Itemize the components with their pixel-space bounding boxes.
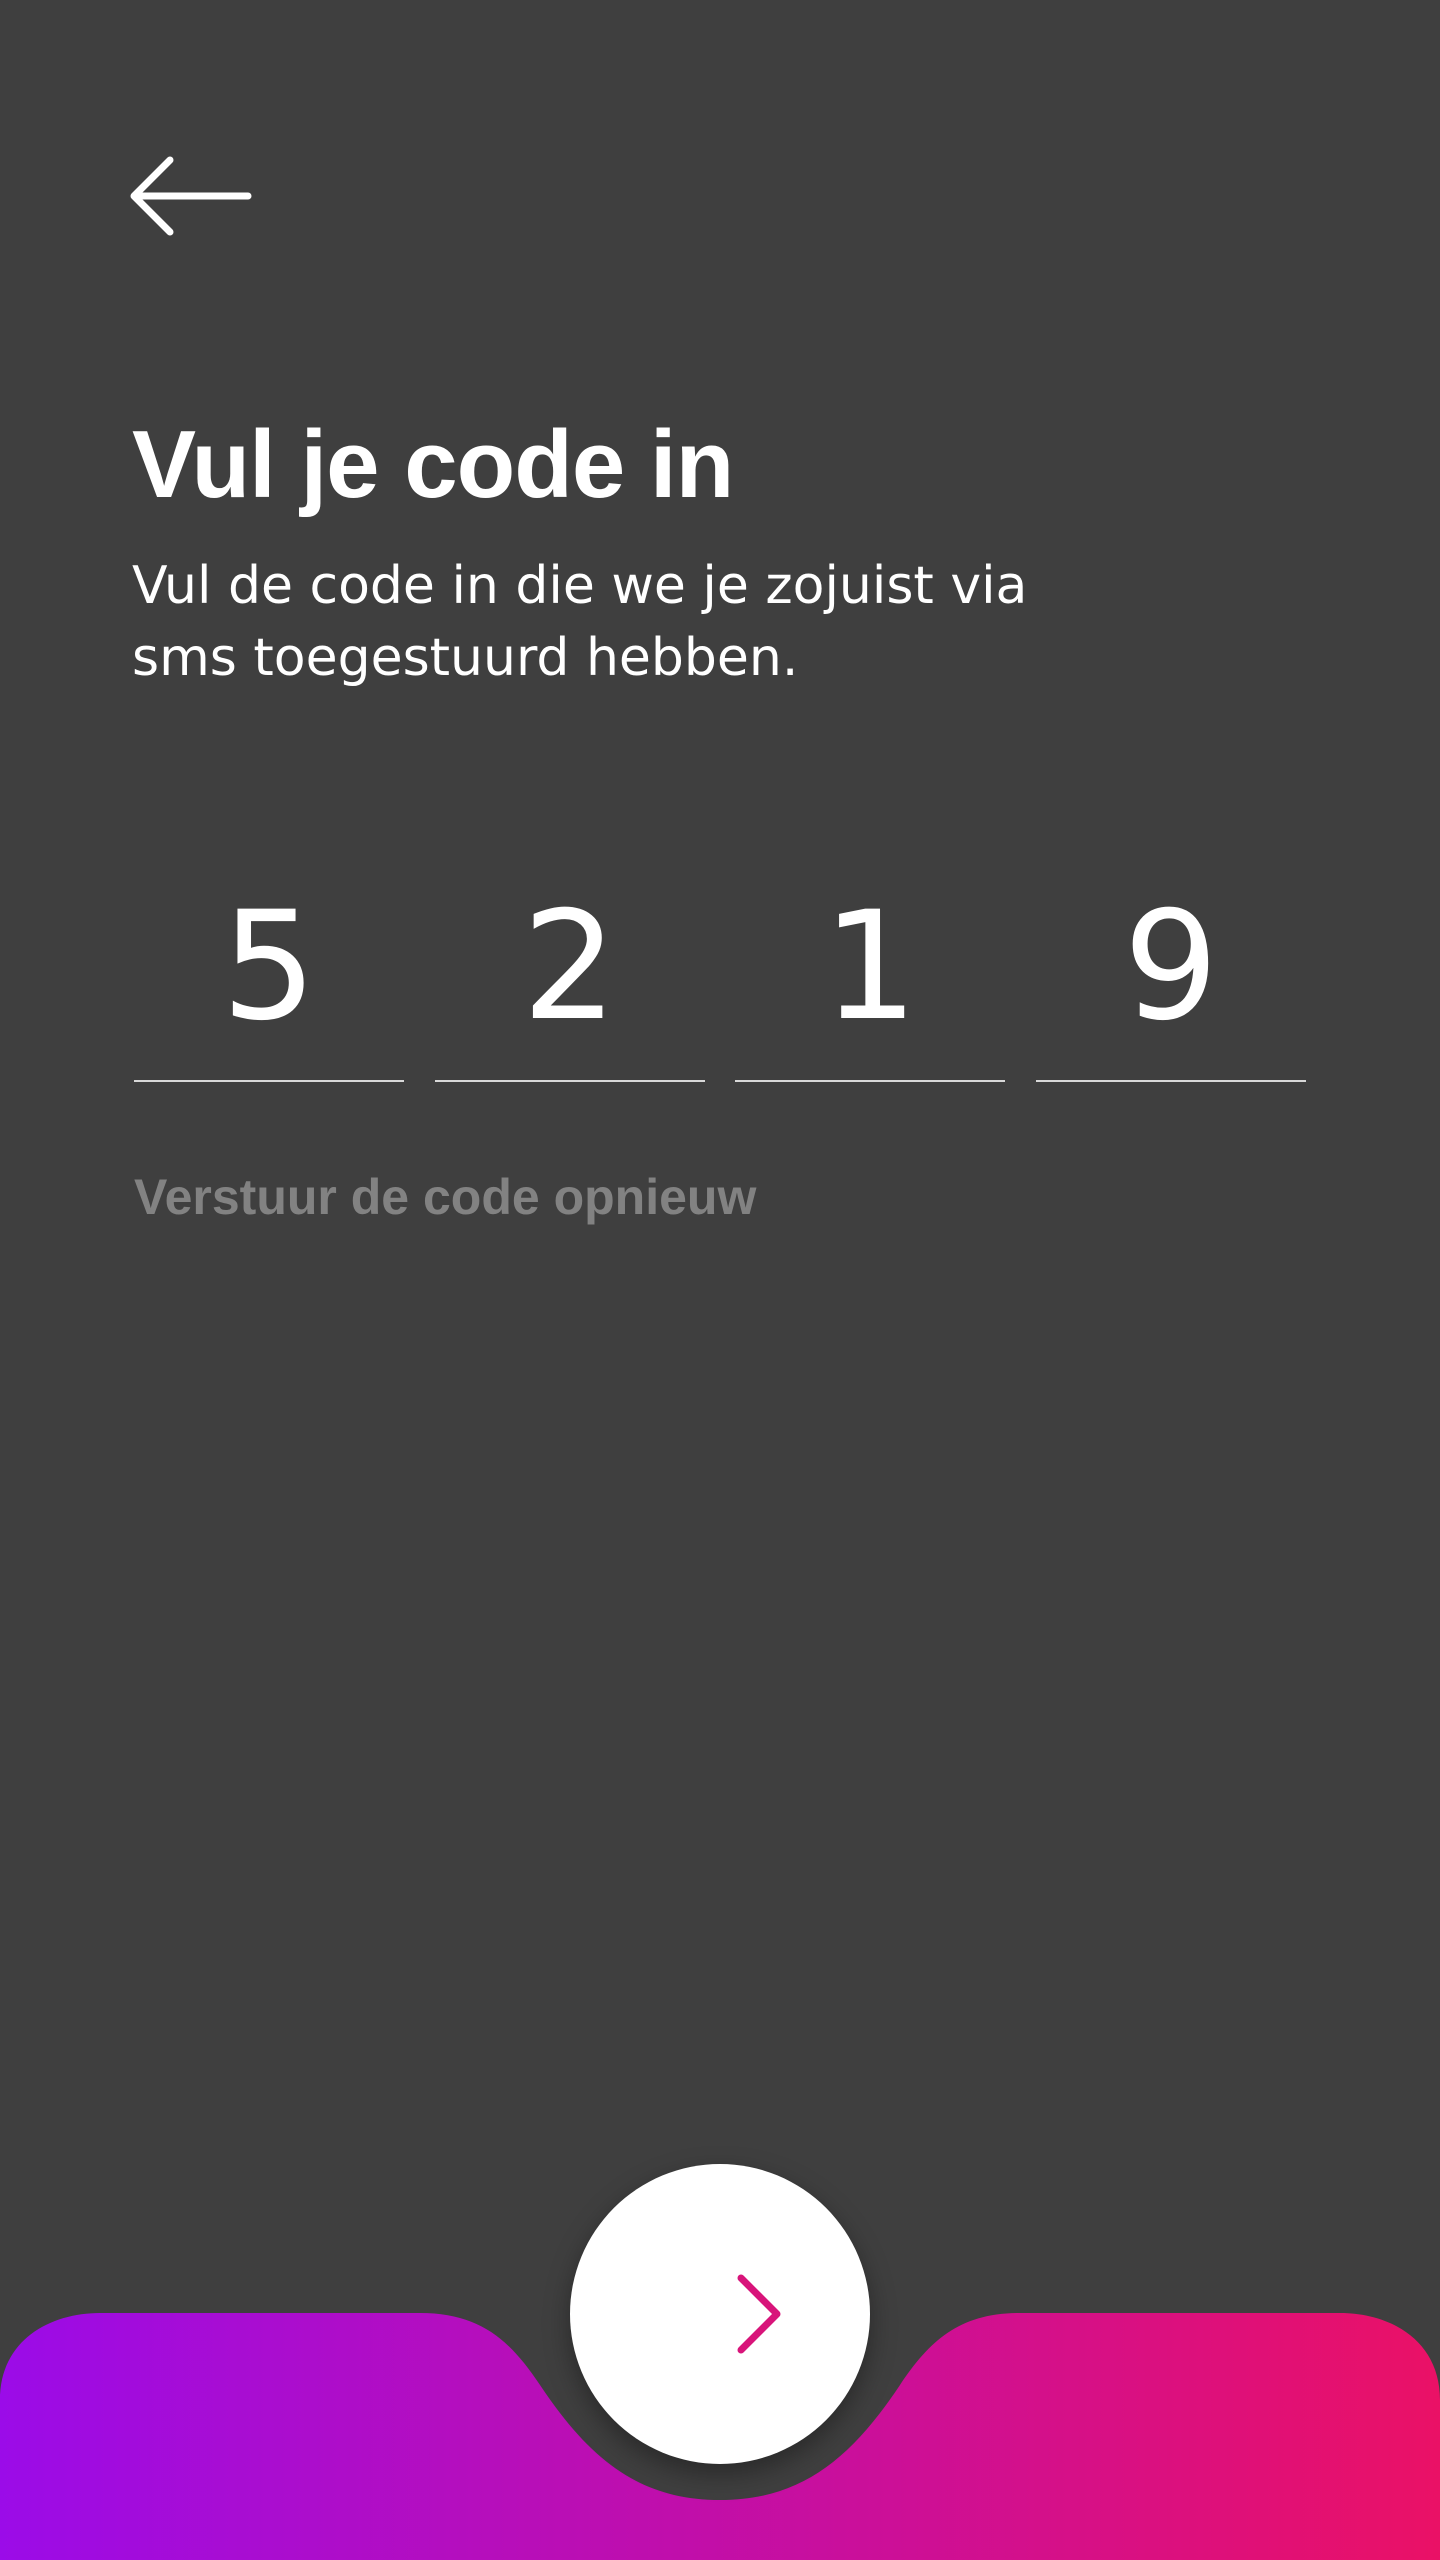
code-digit-3: 1 — [822, 880, 919, 1054]
next-button[interactable] — [570, 2164, 870, 2464]
code-digit-2: 2 — [521, 880, 618, 1054]
arrow-right-icon — [659, 2274, 781, 2354]
code-digit-field-3[interactable]: 1 — [735, 860, 1006, 1082]
code-digit-4: 9 — [1123, 880, 1219, 1054]
code-digit-field-1[interactable]: 5 — [134, 860, 404, 1082]
page-subtitle: Vul de code in die we je zojuist via sms… — [132, 556, 1028, 688]
code-digit-1: 5 — [221, 880, 317, 1054]
code-digit-field-4[interactable]: 9 — [1035, 860, 1306, 1082]
page-title: Vul je code in — [132, 411, 734, 518]
arrow-left-icon — [130, 156, 252, 236]
code-digit-field-2[interactable]: 2 — [434, 860, 705, 1082]
verification-code-inputs: 5 2 1 9 — [134, 860, 1306, 1082]
resend-code-link[interactable]: Verstuur de code opnieuw — [134, 1168, 756, 1226]
back-button[interactable] — [128, 152, 256, 240]
